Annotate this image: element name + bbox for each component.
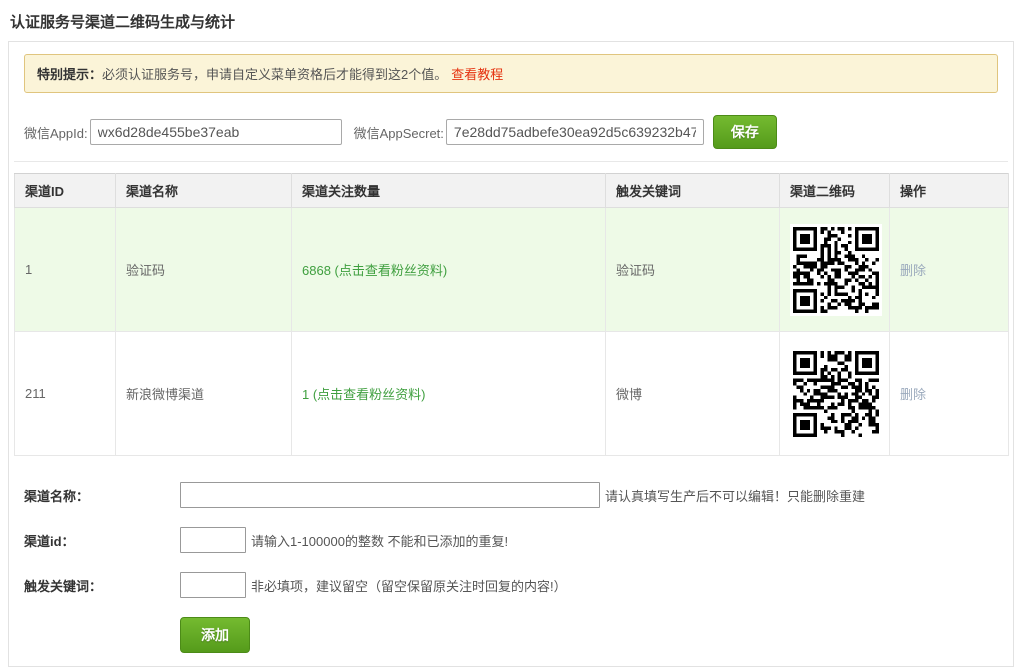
channel-id-input[interactable] <box>180 527 246 553</box>
table-header-row: 渠道ID 渠道名称 渠道关注数量 触发关键词 渠道二维码 操作 <box>15 174 1009 208</box>
header-channel-name: 渠道名称 <box>116 174 292 208</box>
appid-input[interactable] <box>90 119 342 145</box>
qr-code-image <box>790 348 882 440</box>
view-fans-link[interactable]: 6868 (点击查看粉丝资料) <box>302 263 447 278</box>
trigger-keyword-input[interactable] <box>180 572 246 598</box>
channel-name-input[interactable] <box>180 482 600 508</box>
channel-name-label: 渠道名称： <box>24 486 180 505</box>
channel-id-row: 渠道id： 请输入1-100000的整数 不能和已添加的重复! <box>24 527 1008 553</box>
header-trigger-keyword: 触发关键词 <box>606 174 780 208</box>
notice-text: 必须认证服务号，申请自定义菜单资格后才能得到这2个值。 <box>102 67 447 82</box>
qr-code-cell <box>780 332 890 456</box>
trigger-keyword-cell: 验证码 <box>606 208 780 332</box>
header-qr-code: 渠道二维码 <box>780 174 890 208</box>
actions-cell: 删除 <box>890 208 1009 332</box>
actions-cell: 删除 <box>890 332 1009 456</box>
delete-channel-link[interactable]: 删除 <box>900 387 926 402</box>
table-row: 211 新浪微博渠道 1 (点击查看粉丝资料) 微博 删除 <box>15 332 1009 456</box>
header-follow-count: 渠道关注数量 <box>292 174 606 208</box>
view-tutorial-link[interactable]: 查看教程 <box>451 67 503 82</box>
follow-count-cell: 6868 (点击查看粉丝资料) <box>292 208 606 332</box>
header-channel-id: 渠道ID <box>15 174 116 208</box>
notice-label: 特别提示： <box>37 67 102 82</box>
channel-id-label: 渠道id： <box>24 531 180 550</box>
trigger-keyword-row: 触发关键词： 非必填项，建议留空（留空保留原关注时回复的内容!） <box>24 572 1008 598</box>
credentials-row: 微信AppId: 微信AppSecret: 保存 <box>14 107 1008 162</box>
channel-id-cell: 211 <box>15 332 116 456</box>
delete-channel-link[interactable]: 删除 <box>900 263 926 278</box>
notice-banner: 特别提示：必须认证服务号，申请自定义菜单资格后才能得到这2个值。查看教程 <box>24 54 998 93</box>
follow-count-cell: 1 (点击查看粉丝资料) <box>292 332 606 456</box>
appsecret-input[interactable] <box>446 119 704 145</box>
qr-code-image <box>790 224 882 316</box>
page-title: 认证服务号渠道二维码生成与统计 <box>0 0 1022 41</box>
add-channel-form: 渠道名称： 请认真填写生产后不可以编辑！只能删除重建 渠道id： 请输入1-10… <box>24 482 1008 653</box>
main-panel: 特别提示：必须认证服务号，申请自定义菜单资格后才能得到这2个值。查看教程 微信A… <box>8 41 1014 667</box>
trigger-keyword-cell: 微博 <box>606 332 780 456</box>
channel-name-cell: 新浪微博渠道 <box>116 332 292 456</box>
channels-table: 渠道ID 渠道名称 渠道关注数量 触发关键词 渠道二维码 操作 1 验证码 68… <box>14 173 1009 456</box>
channel-name-hint: 请认真填写生产后不可以编辑！只能删除重建 <box>605 486 865 505</box>
appid-label: 微信AppId: <box>24 123 88 142</box>
table-row: 1 验证码 6868 (点击查看粉丝资料) 验证码 删除 <box>15 208 1009 332</box>
qr-code-cell <box>780 208 890 332</box>
trigger-keyword-hint: 非必填项，建议留空（留空保留原关注时回复的内容!） <box>251 576 567 595</box>
trigger-keyword-label: 触发关键词： <box>24 576 180 595</box>
channel-name-row: 渠道名称： 请认真填写生产后不可以编辑！只能删除重建 <box>24 482 1008 508</box>
appsecret-label: 微信AppSecret: <box>354 123 444 142</box>
save-button[interactable]: 保存 <box>713 115 777 149</box>
header-actions: 操作 <box>890 174 1009 208</box>
channel-name-cell: 验证码 <box>116 208 292 332</box>
channel-id-hint: 请输入1-100000的整数 不能和已添加的重复! <box>251 531 508 550</box>
view-fans-link[interactable]: 1 (点击查看粉丝资料) <box>302 387 426 402</box>
channel-id-cell: 1 <box>15 208 116 332</box>
add-button[interactable]: 添加 <box>180 617 250 653</box>
